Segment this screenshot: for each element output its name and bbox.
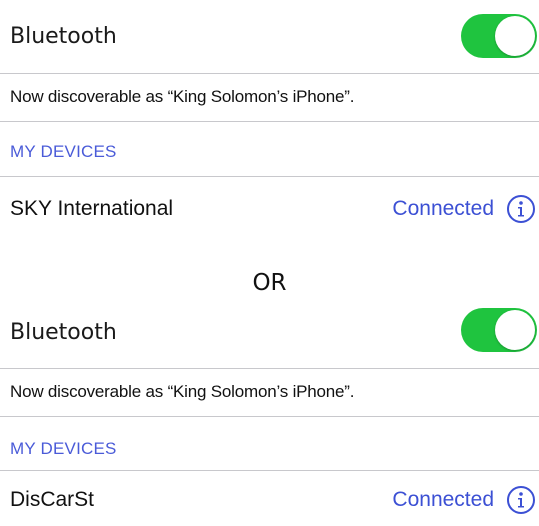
bluetooth-toggle[interactable] — [461, 308, 537, 352]
my-devices-header: MY DEVICES — [10, 142, 117, 161]
divider — [0, 470, 539, 471]
device-status: Connected — [392, 488, 494, 511]
bluetooth-label: Bluetooth — [10, 319, 117, 345]
my-devices-header: MY DEVICES — [10, 439, 117, 458]
discoverable-row: Now discoverable as “King Solomon’s iPho… — [0, 368, 539, 416]
device-name: SKY International — [10, 197, 174, 220]
discoverable-text: Now discoverable as “King Solomon’s iPho… — [10, 382, 355, 401]
device-name: DisCarSt — [10, 488, 95, 511]
device-status: Connected — [392, 197, 494, 220]
device-row-sky-international[interactable]: SKY International Connected — [0, 183, 539, 235]
bluetooth-row: Bluetooth — [0, 302, 539, 362]
divider — [0, 416, 539, 417]
bluetooth-toggle[interactable] — [461, 14, 537, 58]
divider — [0, 121, 539, 122]
discoverable-row: Now discoverable as “King Solomon’s iPho… — [0, 73, 539, 121]
section-header-row: MY DEVICES — [0, 428, 539, 470]
toggle-knob — [495, 16, 535, 56]
discoverable-text: Now discoverable as “King Solomon’s iPho… — [10, 87, 355, 106]
section-header-row: MY DEVICES — [0, 131, 539, 173]
or-separator: OR — [252, 270, 287, 296]
toggle-knob — [495, 310, 535, 350]
bluetooth-label: Bluetooth — [10, 24, 117, 49]
divider — [0, 176, 539, 177]
info-icon[interactable] — [506, 485, 536, 515]
info-icon[interactable] — [506, 194, 536, 224]
device-row-discarst[interactable]: DisCarSt Connected — [0, 474, 539, 526]
bluetooth-row: Bluetooth — [0, 0, 539, 73]
